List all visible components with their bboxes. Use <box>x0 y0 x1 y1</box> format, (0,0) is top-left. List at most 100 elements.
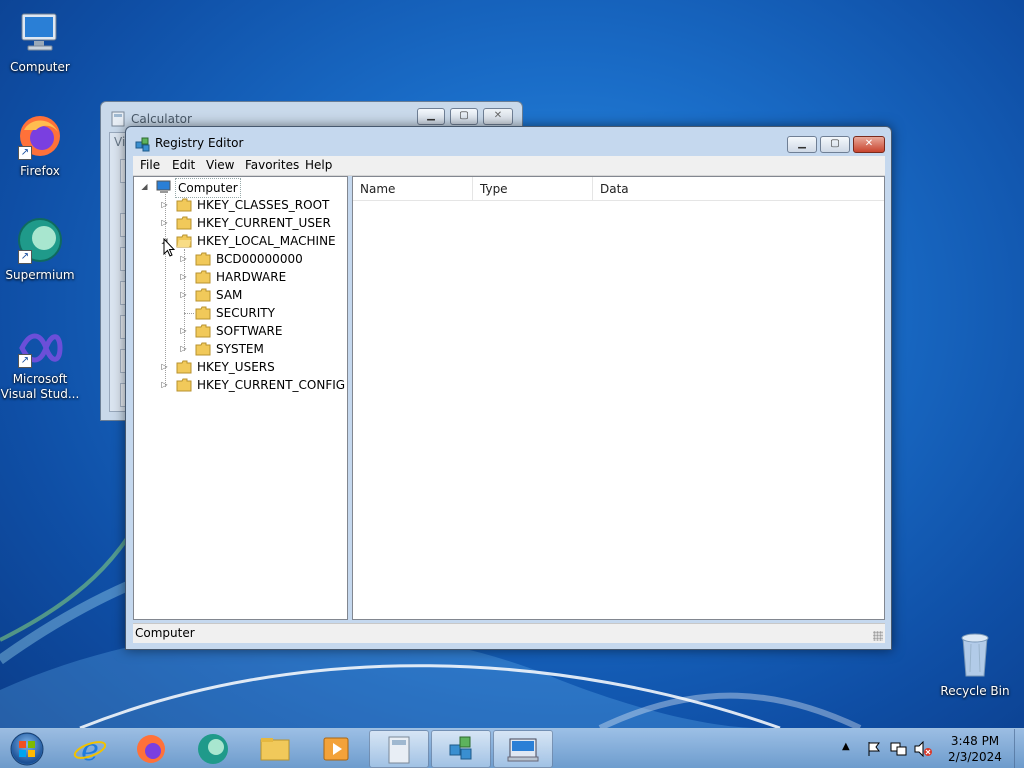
expand-arrow-icon[interactable]: ▷ <box>179 250 188 268</box>
expand-arrow-icon[interactable]: ▷ <box>179 268 188 286</box>
taskbar-internet-explorer[interactable]: e <box>60 730 120 768</box>
calculator-icon <box>111 111 125 127</box>
desktop-icon-supermium[interactable]: ↗ Supermium <box>0 216 80 283</box>
expand-arrow-icon[interactable]: ▷ <box>179 322 188 340</box>
desktop-icon-firefox[interactable]: ↗ Firefox <box>0 112 80 179</box>
computer-icon <box>156 180 171 193</box>
status-path: Computer <box>135 626 195 640</box>
calculator-title: Calculator <box>131 112 192 126</box>
taskbar-firefox[interactable] <box>121 730 181 768</box>
taskbar-supermium[interactable] <box>183 730 243 768</box>
tree-node-label: HKEY_LOCAL_MACHINE <box>197 234 336 248</box>
shortcut-arrow-icon: ↗ <box>18 354 32 368</box>
tree-node-label: HKEY_CURRENT_CONFIG <box>197 378 346 392</box>
desktop-icon-label: Firefox <box>20 164 60 178</box>
volume-muted-icon[interactable] <box>914 741 932 757</box>
calculator-minimize-button[interactable]: ▁ <box>417 108 445 125</box>
show-desktop-button[interactable] <box>1014 729 1024 768</box>
supermium-icon <box>198 734 228 764</box>
show-hidden-icons-icon[interactable]: ▲ <box>842 741 850 752</box>
close-button[interactable]: ✕ <box>853 136 885 153</box>
svg-text:e: e <box>81 733 99 768</box>
expand-arrow-icon[interactable]: ▷ <box>179 286 188 304</box>
expand-arrow-icon[interactable]: ▷ <box>160 214 169 232</box>
calculator-maximize-button[interactable]: ▢ <box>450 108 478 125</box>
taskbar-registry-editor[interactable] <box>431 730 491 768</box>
keyboard-icon <box>507 738 539 762</box>
collapse-arrow-icon[interactable]: ◢ <box>140 178 149 196</box>
menu-favorites[interactable]: Favorites <box>245 158 299 172</box>
folder-icon <box>195 270 211 284</box>
taskbar-media-player[interactable] <box>306 730 366 768</box>
tree-node-label: HKEY_CURRENT_USER <box>197 216 331 230</box>
clock[interactable]: 3:48 PM 2/3/2024 <box>935 733 1015 765</box>
calculator-icon <box>388 736 410 764</box>
folder-icon <box>176 378 192 392</box>
window-title: Registry Editor <box>155 136 244 150</box>
tree-node-label: SAM <box>216 288 243 302</box>
tree-node-label: SOFTWARE <box>216 324 283 338</box>
folder-open-icon <box>176 234 192 248</box>
tree-node-label: SECURITY <box>216 306 275 320</box>
expand-arrow-icon[interactable]: ▷ <box>160 376 169 394</box>
tree-node-hkcu[interactable]: ▷ HKEY_CURRENT_USER <box>160 214 345 232</box>
desktop-icon-recycle-bin[interactable]: Recycle Bin <box>935 630 1015 699</box>
mouse-cursor-icon <box>163 238 175 257</box>
folder-icon <box>176 360 192 374</box>
tree-node-sam[interactable]: ▷ SAM <box>179 286 344 304</box>
menu-file[interactable]: File <box>140 158 160 172</box>
calculator-menu-view[interactable]: Vi <box>114 135 125 149</box>
shortcut-arrow-icon: ↗ <box>18 250 32 264</box>
expand-arrow-icon[interactable]: ▷ <box>160 196 169 214</box>
registry-editor-window[interactable]: Registry Editor ▁ ▢ ✕ File Edit View Fav… <box>125 126 892 650</box>
shortcut-arrow-icon: ↗ <box>18 146 32 160</box>
file-explorer-icon <box>260 738 290 761</box>
column-header-data[interactable]: Data <box>593 177 884 201</box>
folder-icon <box>195 288 211 302</box>
taskbar-file-explorer[interactable] <box>245 730 305 768</box>
tree-node-hkcr[interactable]: ▷ HKEY_CLASSES_ROOT <box>160 196 345 214</box>
tree-node-label: SYSTEM <box>216 342 264 356</box>
tree-node-security[interactable]: SECURITY <box>179 304 344 322</box>
tree-node-label: BCD00000000 <box>216 252 303 266</box>
tree-node-software[interactable]: ▷ SOFTWARE <box>179 322 344 340</box>
desktop-icon-visual-studio[interactable]: ↗ Microsoft Visual Stud... <box>0 328 80 402</box>
tree-node-hku[interactable]: ▷ HKEY_USERS <box>160 358 345 376</box>
taskbar-calculator[interactable] <box>369 730 429 768</box>
tree-node-hardware[interactable]: ▷ HARDWARE <box>179 268 344 286</box>
action-center-flag-icon[interactable] <box>866 741 882 757</box>
column-header-type[interactable]: Type <box>473 177 593 201</box>
firefox-icon <box>137 735 165 763</box>
taskbar-on-screen-keyboard[interactable] <box>493 730 553 768</box>
folder-icon <box>195 324 211 338</box>
menu-help[interactable]: Help <box>305 158 332 172</box>
calculator-close-button[interactable]: ✕ <box>483 108 513 125</box>
menu-edit[interactable]: Edit <box>172 158 195 172</box>
resize-grip-icon[interactable] <box>873 631 883 641</box>
tree-guide <box>184 313 194 314</box>
desktop-icon-label: Recycle Bin <box>940 684 1010 698</box>
menu-bar: File Edit View Favorites Help <box>133 156 885 176</box>
taskbar: e ▲ 3:48 PM 2/3/2024 <box>0 728 1024 768</box>
status-bar: Computer <box>133 623 885 643</box>
maximize-button[interactable]: ▢ <box>820 136 850 153</box>
tree-node-computer[interactable]: ◢ Computer <box>140 178 340 198</box>
desktop-icon-label: Computer <box>10 60 70 74</box>
registry-values-list[interactable]: Name Type Data <box>352 176 885 620</box>
network-icon[interactable] <box>890 741 908 757</box>
expand-arrow-icon[interactable]: ▷ <box>179 340 188 358</box>
folder-icon <box>195 342 211 356</box>
computer-icon <box>16 8 64 56</box>
tree-node-system[interactable]: ▷ SYSTEM <box>179 340 344 358</box>
column-header-name[interactable]: Name <box>353 177 473 201</box>
minimize-button[interactable]: ▁ <box>787 136 817 153</box>
start-button[interactable] <box>5 731 49 767</box>
tree-node-bcd[interactable]: ▷ BCD00000000 <box>179 250 344 268</box>
menu-view[interactable]: View <box>206 158 234 172</box>
tree-node-hkcc[interactable]: ▷ HKEY_CURRENT_CONFIG <box>160 376 345 394</box>
desktop-icon-computer[interactable]: Computer <box>0 8 80 75</box>
recycle-bin-icon <box>951 630 999 680</box>
expand-arrow-icon[interactable]: ▷ <box>160 358 169 376</box>
tree-node-label: HKEY_USERS <box>197 360 275 374</box>
tree-node-hklm[interactable]: ◢ HKEY_LOCAL_MACHINE <box>160 232 345 250</box>
